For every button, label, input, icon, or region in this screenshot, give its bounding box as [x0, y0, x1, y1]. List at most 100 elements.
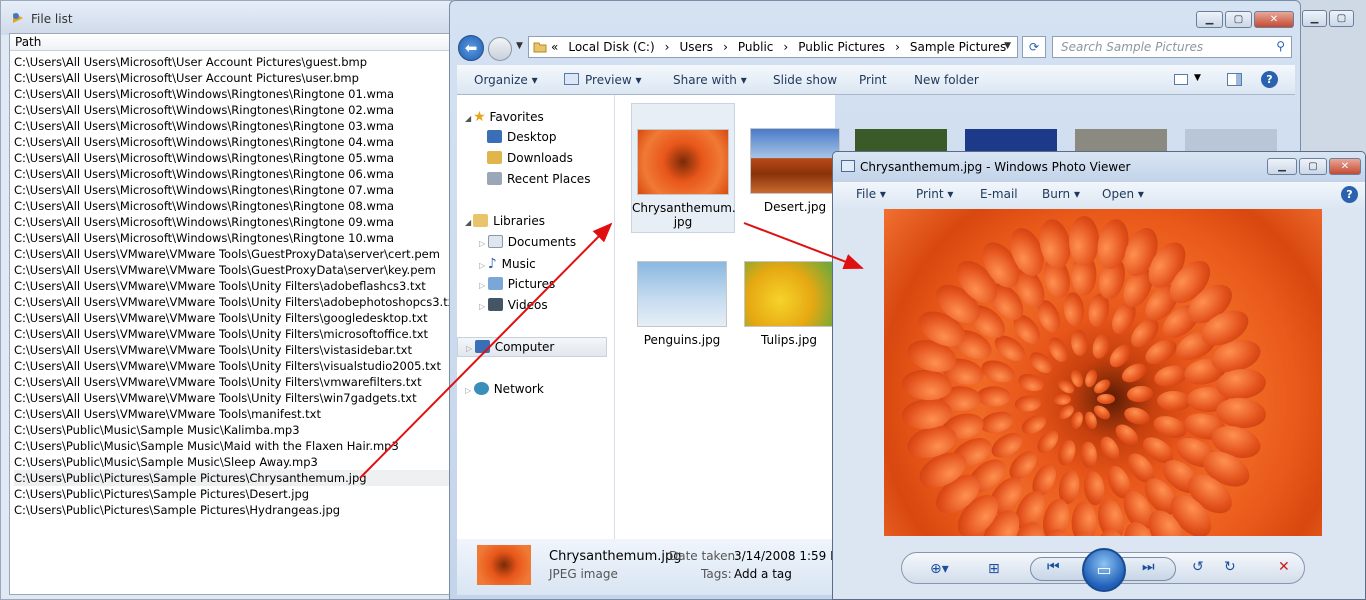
- nav-pictures[interactable]: ▷ Pictures: [479, 277, 555, 291]
- refresh-button[interactable]: ⟳: [1022, 36, 1046, 58]
- rotate-counterclockwise-icon[interactable]: ↺: [1192, 559, 1204, 575]
- viewer-minimize-button[interactable]: ▁: [1267, 158, 1297, 175]
- breadcrumb-separator[interactable]: «: [551, 40, 558, 54]
- nav-downloads[interactable]: Downloads: [487, 151, 573, 165]
- menu-email[interactable]: E-mail: [980, 187, 1018, 201]
- menu-open[interactable]: Open ▾: [1102, 187, 1144, 201]
- previous-icon[interactable]: ⏮: [1047, 559, 1060, 575]
- breadcrumb-separator[interactable]: ›: [665, 40, 670, 54]
- file-list-row[interactable]: C:\Users\All Users\Microsoft\User Accoun…: [14, 54, 452, 70]
- file-list-row[interactable]: C:\Users\All Users\VMware\VMware Tools\m…: [14, 406, 452, 422]
- viewer-close-button[interactable]: ✕: [1329, 158, 1361, 175]
- maximize-button[interactable]: ▢: [1225, 11, 1252, 28]
- change-view-icon[interactable]: [1174, 74, 1188, 85]
- file-list-row[interactable]: C:\Users\Public\Pictures\Sample Pictures…: [14, 486, 452, 502]
- file-list-row[interactable]: C:\Users\All Users\VMware\VMware Tools\U…: [14, 342, 452, 358]
- nav-music[interactable]: ▷ ♪ Music: [479, 256, 536, 272]
- preview-button[interactable]: Preview ▾: [585, 73, 642, 87]
- back-button[interactable]: ⬅: [458, 35, 484, 61]
- rotate-clockwise-icon[interactable]: ↻: [1224, 559, 1236, 575]
- nav-documents[interactable]: ▷ Documents: [479, 235, 576, 249]
- nav-network[interactable]: ▷ Network: [465, 382, 544, 396]
- column-header-path[interactable]: Path: [10, 34, 452, 51]
- thumbnail-partial-4[interactable]: [1185, 129, 1277, 151]
- file-list-row[interactable]: C:\Users\All Users\Microsoft\User Accoun…: [14, 70, 452, 86]
- menu-burn[interactable]: Burn ▾: [1042, 187, 1080, 201]
- nav-libraries[interactable]: ◢ Libraries: [465, 214, 545, 228]
- slide-show-button[interactable]: Slide show: [773, 73, 837, 87]
- share-with-button[interactable]: Share with ▾: [673, 73, 747, 87]
- photo-viewer-titlebar[interactable]: Chrysanthemum.jpg - Windows Photo Viewer…: [833, 152, 1365, 182]
- nav-desktop[interactable]: Desktop: [487, 130, 557, 144]
- next-icon[interactable]: ⏭: [1142, 559, 1155, 575]
- file-list-row[interactable]: C:\Users\All Users\Microsoft\Windows\Rin…: [14, 182, 452, 198]
- file-list-row[interactable]: C:\Users\All Users\Microsoft\Windows\Rin…: [14, 230, 452, 246]
- file-list-row[interactable]: C:\Users\All Users\Microsoft\Windows\Rin…: [14, 198, 452, 214]
- search-icon[interactable]: ⚲: [1276, 39, 1285, 53]
- file-list-row[interactable]: C:\Users\Public\Pictures\Sample Pictures…: [14, 502, 452, 518]
- background-window-maximize-button[interactable]: ▢: [1329, 10, 1354, 27]
- file-list-row[interactable]: C:\Users\All Users\VMware\VMware Tools\U…: [14, 374, 452, 390]
- file-list-row[interactable]: C:\Users\All Users\Microsoft\Windows\Rin…: [14, 214, 452, 230]
- viewer-maximize-button[interactable]: ▢: [1299, 158, 1327, 175]
- nav-favorites[interactable]: ◢ ★ Favorites: [465, 109, 544, 125]
- file-list-row[interactable]: C:\Users\All Users\VMware\VMware Tools\U…: [14, 358, 452, 374]
- file-list-row[interactable]: C:\Users\All Users\Microsoft\Windows\Rin…: [14, 118, 452, 134]
- background-window-minimize-button[interactable]: ▁: [1302, 10, 1327, 27]
- breadcrumb-item[interactable]: Users: [679, 40, 713, 54]
- thumbnail-partial-3[interactable]: [1075, 129, 1167, 151]
- breadcrumb-item[interactable]: Local Disk (C:): [568, 40, 654, 54]
- thumbnail-partial-1[interactable]: [855, 129, 947, 151]
- thumbnail-penguins[interactable]: Penguins.jpg: [632, 261, 732, 347]
- slide-show-icon[interactable]: ▭: [1082, 548, 1126, 592]
- details-tags-value[interactable]: Add a tag: [734, 567, 792, 581]
- breadcrumb-item[interactable]: Sample Pictures: [910, 40, 1006, 54]
- file-list-row[interactable]: C:\Users\All Users\VMware\VMware Tools\U…: [14, 310, 452, 326]
- actual-size-icon[interactable]: ⊞: [988, 561, 1000, 577]
- nav-recent-places[interactable]: Recent Places: [487, 172, 590, 186]
- recent-pages-dropdown-icon[interactable]: ▼: [516, 41, 523, 51]
- viewer-help-icon[interactable]: ?: [1341, 186, 1358, 203]
- file-list-row[interactable]: C:\Users\Public\Music\Sample Music\Kalim…: [14, 422, 452, 438]
- menu-print[interactable]: Print ▾: [916, 187, 953, 201]
- delete-icon[interactable]: ✕: [1278, 559, 1290, 575]
- file-list-titlebar[interactable]: File list: [1, 1, 451, 35]
- file-list-row[interactable]: C:\Users\Public\Music\Sample Music\Sleep…: [14, 454, 452, 470]
- file-list-row[interactable]: C:\Users\All Users\Microsoft\Windows\Rin…: [14, 86, 452, 102]
- organize-button[interactable]: Organize ▾: [474, 73, 538, 87]
- file-list-row[interactable]: C:\Users\All Users\VMware\VMware Tools\G…: [14, 262, 452, 278]
- minimize-button[interactable]: ▁: [1196, 11, 1223, 28]
- file-list-row[interactable]: C:\Users\All Users\VMware\VMware Tools\U…: [14, 278, 452, 294]
- print-button[interactable]: Print: [859, 73, 887, 87]
- thumbnail-desert[interactable]: Desert.jpg: [745, 128, 845, 214]
- file-list-row[interactable]: C:\Users\All Users\Microsoft\Windows\Rin…: [14, 102, 452, 118]
- breadcrumb-separator[interactable]: ›: [783, 40, 788, 54]
- breadcrumb-separator[interactable]: ›: [723, 40, 728, 54]
- file-list-row[interactable]: C:\Users\All Users\VMware\VMware Tools\U…: [14, 294, 452, 310]
- file-list-row[interactable]: C:\Users\All Users\VMware\VMware Tools\G…: [14, 246, 452, 262]
- forward-button[interactable]: [488, 37, 512, 61]
- file-list-row[interactable]: C:\Users\All Users\VMware\VMware Tools\U…: [14, 390, 452, 406]
- thumbnail-tulips[interactable]: Tulips.jpg: [743, 261, 835, 347]
- view-dropdown-icon[interactable]: ▼: [1194, 73, 1201, 83]
- nav-computer[interactable]: ▷ Computer: [457, 337, 607, 357]
- menu-file[interactable]: File ▾: [856, 187, 886, 201]
- zoom-icon[interactable]: ⊕▾: [930, 561, 949, 577]
- file-list-row[interactable]: C:\Users\All Users\Microsoft\Windows\Rin…: [14, 166, 452, 182]
- thumbnail-partial-2[interactable]: [965, 129, 1057, 151]
- file-list-row[interactable]: C:\Users\All Users\Microsoft\Windows\Rin…: [14, 150, 452, 166]
- file-list-row[interactable]: C:\Users\Public\Pictures\Sample Pictures…: [14, 470, 452, 486]
- preview-pane-icon[interactable]: [1227, 73, 1242, 86]
- file-list-row[interactable]: C:\Users\All Users\VMware\VMware Tools\U…: [14, 326, 452, 342]
- nav-videos[interactable]: ▷ Videos: [479, 298, 548, 312]
- address-dropdown-icon[interactable]: ▼: [1004, 41, 1011, 51]
- search-input[interactable]: Search Sample Pictures ⚲: [1052, 36, 1292, 58]
- address-bar[interactable]: « Local Disk (C:) › Users › Public › Public Pic…: [528, 36, 1018, 58]
- breadcrumb-separator[interactable]: ›: [895, 40, 900, 54]
- close-button[interactable]: ✕: [1254, 11, 1294, 28]
- thumbnail-chrysanthemum[interactable]: Chrysanthemum. jpg: [631, 103, 736, 233]
- file-list-row[interactable]: C:\Users\Public\Music\Sample Music\Maid …: [14, 438, 452, 454]
- help-icon[interactable]: ?: [1261, 71, 1278, 88]
- new-folder-button[interactable]: New folder: [914, 73, 979, 87]
- breadcrumb-item[interactable]: Public: [738, 40, 774, 54]
